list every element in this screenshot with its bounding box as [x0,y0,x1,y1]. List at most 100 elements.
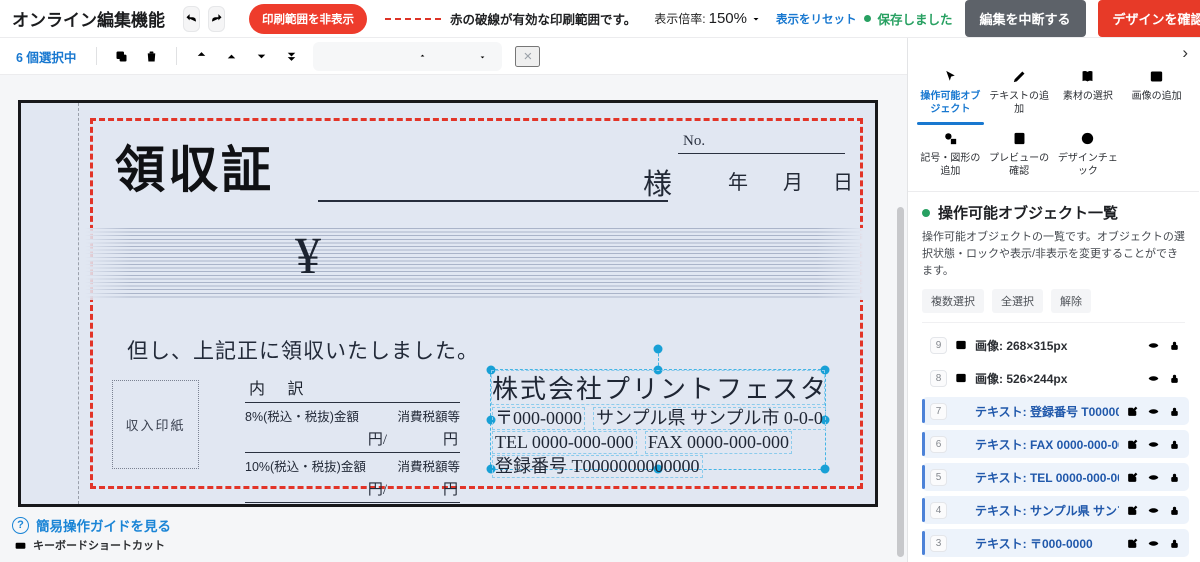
zoom-value: 150% [708,10,747,27]
fax-text[interactable]: FAX 0000-000-000 [644,431,792,454]
deselect-all-button[interactable]: 解除 [1051,289,1091,314]
tab-add-shapes[interactable]: 記号・図形の追加 [916,125,985,187]
postal-text[interactable]: 〒000-0000 [492,407,585,430]
address-text[interactable]: サンプル県 サンプル市 0-0-0 [593,407,826,430]
align-left-icon [325,49,340,64]
keyboard-icon [14,539,27,552]
red-dash-sample [385,17,441,20]
receipt-sama-label[interactable]: 様 [643,161,672,203]
edit-icon[interactable] [1126,504,1139,517]
deselect-button[interactable]: × [515,45,541,67]
receipt-no-line [678,153,845,154]
duplicate-button[interactable] [109,44,134,69]
layer-row-text-5[interactable]: 5 テキスト: TEL 0000-000-000 [922,463,1189,492]
bring-forward-button[interactable] [219,44,244,69]
lock-icon[interactable] [1168,438,1181,451]
question-icon: ? [12,516,29,534]
phone-line[interactable]: TEL 0000-000-000 FAX 0000-000-000 [492,431,792,454]
layer-row-image-9[interactable]: 9 画像: 268×315px [922,331,1189,360]
edit-icon[interactable] [1126,438,1139,451]
eye-icon[interactable] [1147,372,1160,385]
tab-add-image[interactable]: 画像の追加 [1122,63,1191,125]
tab-preview[interactable]: プレビューの確認 [985,125,1054,187]
undo-button[interactable] [183,5,200,32]
pause-editing-button[interactable]: 編集を中断する [964,0,1086,37]
layer-number: 8 [930,369,947,387]
tel-text[interactable]: TEL 0000-000-000 [492,431,637,454]
layer-row-image-8[interactable]: 8 画像: 526×244px [922,364,1189,393]
lock-icon[interactable] [1168,339,1181,352]
redo-button[interactable] [208,5,225,32]
tax-breakdown-table[interactable]: 内 訳 8%(税込・税抜)金額 消費税額等 円/ 円 10%(税込・税抜)金額 … [245,375,460,503]
eye-icon[interactable] [1147,471,1160,484]
lock-icon[interactable] [1168,372,1181,385]
layer-row-text-6[interactable]: 6 テキスト: FAX 0000-000-000 [922,430,1189,459]
yen-mark[interactable]: ¥ [295,227,321,286]
align-middle-button[interactable] [440,44,465,69]
align-right-button[interactable] [380,44,405,69]
align-group [313,41,503,71]
zoom-label: 表示倍率: [654,12,706,26]
edit-icon[interactable] [1126,537,1139,550]
receipt-artboard[interactable]: 領収証 No. 様 年 月 日 ¥ 但し、上記正に領収いたしました。 収入印紙 … [18,100,878,507]
delete-button[interactable] [139,44,164,69]
multi-select-button[interactable]: 複数選択 [922,289,984,314]
align-top-button[interactable] [410,44,435,69]
quick-guide-link[interactable]: ? 簡易操作ガイドを見る [12,515,171,535]
reg-number-text[interactable]: 登録番号 T0000000000000 [492,455,703,478]
layer-row-text-4[interactable]: 4 テキスト: サンプル県 サンプル市 0-0-0 [922,496,1189,525]
sidebar-tabs: 操作可能オブジェクト テキストの追加 素材の選択 画像の追加 記号・図形の追加 … [908,38,1199,187]
align-bottom-icon [475,49,490,64]
undo-icon [184,11,199,26]
redo-icon [209,11,224,26]
object-list-section: 操作可能オブジェクト一覧 操作可能オブジェクトの一覧です。オブジェクトの選択状態… [908,192,1199,324]
text-lines-icon [954,404,968,418]
tab-add-text[interactable]: テキストの追加 [985,63,1054,125]
proviso-text[interactable]: 但し、上記正に領収いたしました。 [127,335,479,365]
trash-icon [144,49,159,64]
zoom-control[interactable]: 表示倍率: 150% [654,10,762,27]
eye-icon[interactable] [1147,405,1160,418]
amount-guilloche-band[interactable] [85,228,863,300]
lock-icon[interactable] [1168,504,1181,517]
editor-canvas[interactable]: 領収証 No. 様 年 月 日 ¥ 但し、上記正に領収いたしました。 収入印紙 … [0,75,907,562]
receipt-title[interactable]: 領収証 [115,145,274,195]
receipt-no-label[interactable]: No. [683,133,705,150]
layer-row-text-3[interactable]: 3 テキスト: 〒000-0000 [922,529,1189,558]
layer-row-text-7[interactable]: 7 テキスト: 登録番号 T00000000000… [922,397,1189,426]
rotation-handle[interactable] [653,344,663,354]
edit-icon[interactable] [1126,471,1139,484]
tab-design-check[interactable]: デザインチェック [1054,125,1123,187]
registration-line[interactable]: 登録番号 T0000000000000 [492,455,703,478]
tab-select-material[interactable]: 素材の選択 [1054,63,1123,125]
selection-toolbar: 6 個選択中 × [0,38,907,75]
send-to-back-button[interactable] [279,44,304,69]
company-name-text[interactable]: 株式会社プリントフェスタ [491,370,826,405]
select-all-button[interactable]: 全選択 [992,289,1043,314]
resize-handle-se[interactable] [820,464,830,474]
toggle-print-range-button[interactable]: 印刷範囲を非表示 [249,3,367,34]
address-line[interactable]: 〒000-0000 サンプル県 サンプル市 0-0-0 [492,407,826,430]
book-icon [1079,68,1096,85]
saved-dot-icon [864,15,872,22]
lock-icon[interactable] [1168,471,1181,484]
edit-icon[interactable] [1126,405,1139,418]
eye-icon[interactable] [1147,438,1160,451]
eye-icon[interactable] [1147,537,1160,550]
proceed-order-button[interactable]: デザインを確認し注文手続きへ進む [1097,0,1200,37]
collapse-sidebar-button[interactable]: › [1182,44,1188,61]
lock-icon[interactable] [1168,405,1181,418]
revenue-stamp-box[interactable]: 収入印紙 [112,380,199,469]
bring-to-front-button[interactable] [189,44,214,69]
eye-icon[interactable] [1147,504,1160,517]
tab-operable-objects[interactable]: 操作可能オブジェクト [916,63,985,125]
reset-view-link[interactable]: 表示をリセット [776,11,857,27]
align-center-button[interactable] [350,44,375,69]
send-backward-button[interactable] [249,44,274,69]
eye-icon[interactable] [1147,339,1160,352]
keyboard-shortcut-link[interactable]: キーボードショートカット [14,537,165,553]
align-left-button[interactable] [320,44,345,69]
vertical-scrollbar[interactable] [897,207,904,557]
align-bottom-button[interactable] [470,44,495,69]
lock-icon[interactable] [1168,537,1181,550]
